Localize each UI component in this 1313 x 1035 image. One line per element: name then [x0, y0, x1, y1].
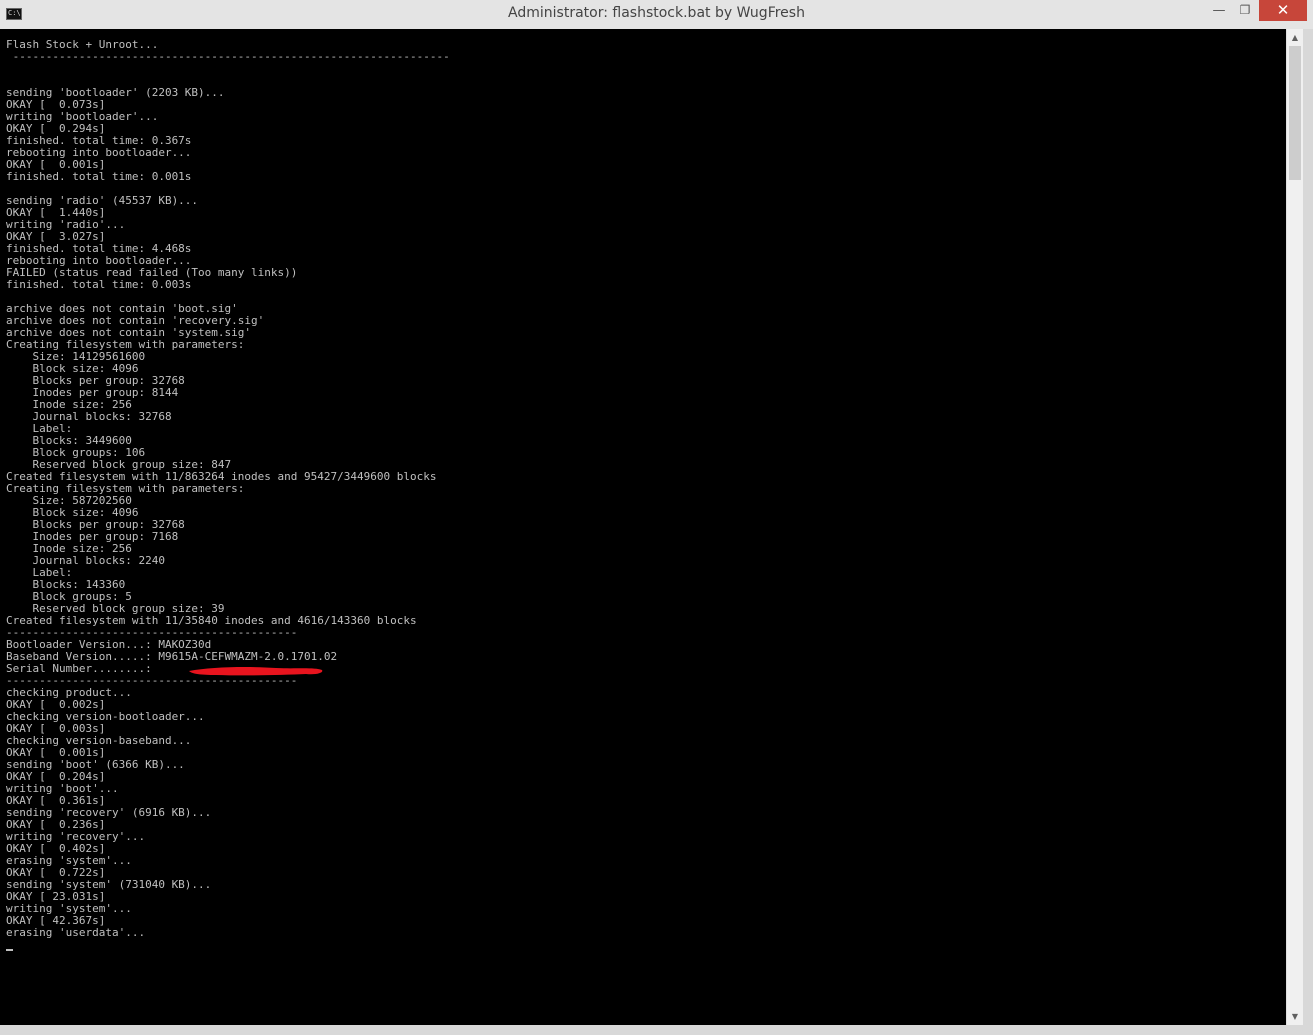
- vertical-scrollbar[interactable]: ▲ ▼: [1286, 29, 1303, 1025]
- console-line: finished. total time: 0.001s: [6, 170, 192, 183]
- console-line: erasing 'userdata'...: [6, 926, 146, 939]
- scroll-down-arrow-icon[interactable]: ▼: [1287, 1008, 1303, 1025]
- redaction-stroke: [189, 667, 323, 676]
- minimize-button[interactable]: —: [1207, 0, 1231, 21]
- window-frame-bottom: [0, 1025, 1313, 1035]
- text-cursor: [6, 949, 13, 951]
- console-window: C:\ Administrator: flashstock.bat by Wug…: [0, 0, 1313, 1035]
- window-frame-right: [1303, 29, 1313, 1035]
- scroll-up-arrow-icon[interactable]: ▲: [1287, 29, 1303, 46]
- console-lines: Flash Stock + Unroot... ----------------…: [6, 39, 450, 939]
- restore-button[interactable]: ❐: [1233, 0, 1257, 21]
- window-title: Administrator: flashstock.bat by WugFres…: [508, 5, 805, 21]
- title-bar[interactable]: C:\ Administrator: flashstock.bat by Wug…: [0, 0, 1313, 29]
- scroll-thumb[interactable]: [1289, 46, 1301, 180]
- close-button[interactable]: ✕: [1259, 0, 1307, 21]
- console-line: Journal blocks: 32768: [6, 410, 172, 423]
- console-line: ----------------------------------------…: [6, 50, 450, 63]
- serial-number-redaction: [189, 667, 323, 676]
- console-line: Journal blocks: 2240: [6, 554, 165, 567]
- console-line: finished. total time: 0.003s: [6, 278, 192, 291]
- console-output[interactable]: Flash Stock + Unroot... ----------------…: [0, 29, 1286, 1025]
